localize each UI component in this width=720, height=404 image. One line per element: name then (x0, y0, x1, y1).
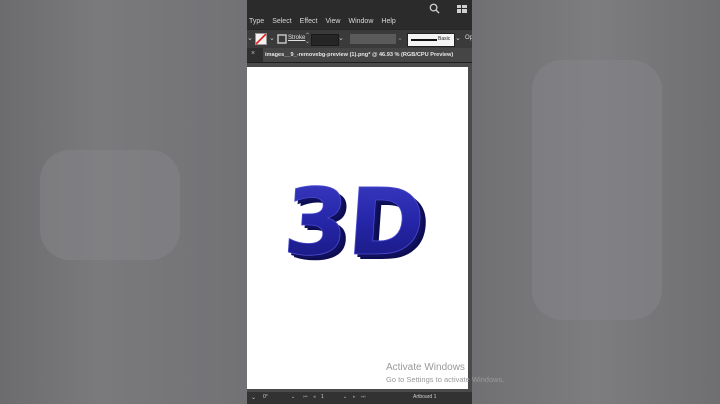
close-icon[interactable]: × (251, 50, 255, 57)
chevron-down-icon[interactable]: ⌄ (291, 394, 295, 400)
chevron-down-icon[interactable]: ⌄ (343, 394, 347, 400)
3d-text-face: 3D (281, 169, 429, 276)
blurred-background-left (0, 0, 247, 404)
document-tab-bar: × images__9_-removebg-preview (1).png* @… (247, 48, 472, 63)
menu-window[interactable]: Window (344, 18, 377, 25)
style-label: Basic (438, 36, 451, 42)
menu-bar: Type Select Effect View Window Help (247, 14, 472, 29)
stroke-weight-stepper[interactable]: ⌃ ⌄ (305, 33, 310, 45)
previous-artboard-icon[interactable]: ◂ (313, 394, 316, 400)
variable-width-profile[interactable] (350, 34, 396, 44)
document-tab[interactable]: images__9_-removebg-preview (1).png* @ 4… (263, 48, 472, 62)
3d-text-artwork[interactable]: 3D 3D 3D (280, 169, 434, 281)
watermark-title: Activate Windows (386, 362, 465, 373)
artboard-name: Artboard 1 (413, 394, 437, 400)
menu-view[interactable]: View (321, 18, 344, 25)
stroke-swatch-icon[interactable] (277, 34, 287, 44)
chevron-down-icon[interactable]: ⌄ (455, 34, 461, 42)
menu-type[interactable]: Type (247, 18, 268, 25)
chevron-down-icon[interactable]: ⌄ (247, 34, 253, 42)
status-bar: ⌄ 0° ⌄ ⏮ ◂ 1 ⌄ ▸ ⏭ Artboard 1 (247, 392, 472, 404)
blurred-shape (532, 60, 662, 320)
menu-help[interactable]: Help (377, 18, 399, 25)
blurred-background-right (472, 0, 720, 404)
control-bar: ⌄ ⌄ Stroke ⌃ ⌄ ⌄ ⌄ Basic ⌄ Op (247, 29, 472, 49)
watermark-subtitle: Go to Settings to activate Windows. (386, 375, 505, 384)
fill-none-swatch-icon[interactable] (255, 33, 267, 45)
menu-select[interactable]: Select (268, 18, 295, 25)
chevron-down-icon[interactable]: ⌄ (338, 34, 344, 42)
title-bar (247, 0, 472, 14)
stroke-preview-line (411, 39, 437, 41)
next-artboard-icon[interactable]: ▸ (353, 394, 356, 400)
search-icon[interactable] (429, 3, 440, 14)
artboard-number[interactable]: 1 (321, 394, 324, 400)
menu-effect[interactable]: Effect (296, 18, 322, 25)
brush-style-field[interactable]: Basic (407, 33, 455, 47)
workspace-switcher-icon[interactable] (457, 5, 467, 13)
chevron-down-icon[interactable]: ⌄ (251, 394, 256, 401)
chevron-down-icon[interactable]: ⌄ (269, 34, 275, 42)
stroke-label[interactable]: Stroke (288, 35, 305, 41)
illustrator-window: Type Select Effect View Window Help ⌄ ⌄ … (247, 0, 472, 404)
rotation-value[interactable]: 0° (263, 394, 268, 400)
last-artboard-icon[interactable]: ⏭ (361, 394, 366, 400)
stroke-weight-field[interactable] (311, 34, 339, 46)
chevron-down-icon[interactable]: ⌄ (397, 34, 403, 42)
blurred-shape (40, 150, 180, 260)
activate-windows-watermark: Activate Windows Go to Settings to activ… (386, 362, 505, 384)
opacity-label[interactable]: Op (465, 35, 472, 41)
canvas-area[interactable]: 3D 3D 3D (247, 63, 472, 392)
artboard[interactable]: 3D 3D 3D (247, 67, 468, 389)
first-artboard-icon[interactable]: ⏮ (303, 394, 308, 400)
